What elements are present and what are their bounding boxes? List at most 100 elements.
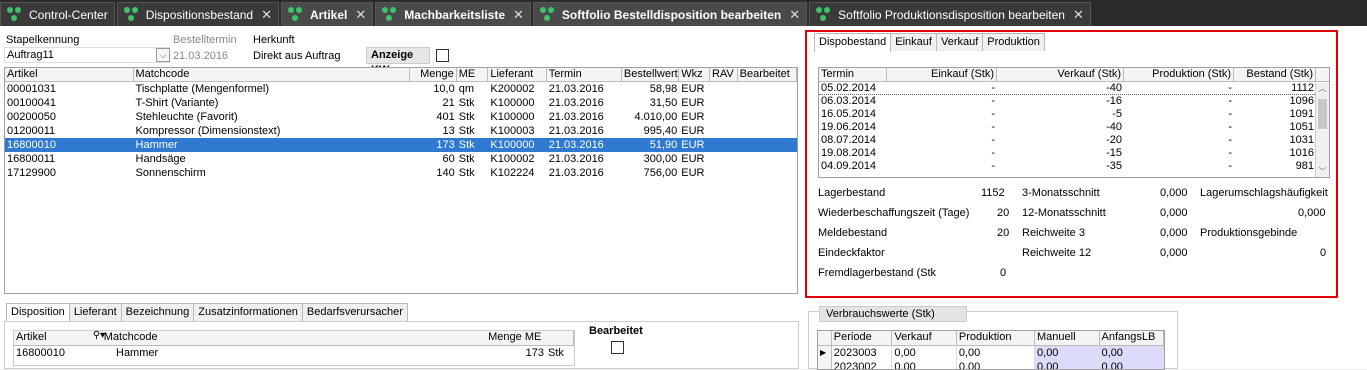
article-cell: Tischplatte (Mengenformel) xyxy=(135,83,269,95)
table-row[interactable]: ▶ 2023003 0,00 0,00 0,00 0,00 xyxy=(818,346,1164,360)
table-row[interactable]: 04.09.2014 - -35 - 981 xyxy=(819,160,1329,173)
table-row[interactable]: 08.07.2014 - -20 - 1031 xyxy=(819,134,1329,147)
bottom-tab-1[interactable]: Lieferant xyxy=(68,303,122,321)
dispo-tab-3[interactable]: Produktion xyxy=(982,33,1045,51)
article-cell xyxy=(738,124,797,138)
verbrauch-col-0[interactable]: Periode xyxy=(832,331,893,345)
table-row[interactable]: 06.03.2014 - -16 - 1096 xyxy=(819,95,1329,108)
meldebestand-label: Meldebestand xyxy=(818,227,888,239)
verbrauch-col-1[interactable]: Verkauf xyxy=(892,331,957,345)
table-row[interactable]: 16800011 Handsäge 60 Stk K100002 21.03.2016 30… xyxy=(5,152,797,166)
article-col-0[interactable]: Artikel xyxy=(5,68,134,81)
dispo-scrollbar[interactable]: ︿ ﹀ xyxy=(1315,83,1329,177)
dispo-tab-strip: Dispobestand Einkauf Verkauf Produktion xyxy=(814,33,1045,52)
table-row[interactable]: 16800010 Hammer 173 Stk K100000 21.03.2016 51,… xyxy=(5,138,797,152)
document-tab-bar: Control-Center Dispositionsbestand ✕ Artike… xyxy=(0,0,1367,26)
dispo-col-4[interactable]: Bestand (Stk) xyxy=(1234,68,1316,81)
search-icon[interactable]: ⚲▾ xyxy=(87,330,111,344)
document-tab-2[interactable]: Artikel ✕ xyxy=(281,2,374,26)
scroll-down-icon[interactable]: ﹀ xyxy=(1316,166,1329,177)
stapel-field[interactable]: Auftrag11 xyxy=(4,47,170,63)
herkunft-label: Herkunft xyxy=(253,34,295,46)
verbrauch-col-2[interactable]: Produktion xyxy=(957,331,1036,345)
article-cell: EUR xyxy=(681,83,705,95)
table-row[interactable]: 01200011 Kompressor (Dimensionstext) 13 Stk… xyxy=(5,124,797,138)
dispo-cell: - xyxy=(1228,134,1232,146)
close-icon[interactable]: ✕ xyxy=(355,7,366,23)
close-icon[interactable]: ✕ xyxy=(261,7,272,23)
dispo-tab-0[interactable]: Dispobestand xyxy=(814,33,892,52)
article-cell: 995,40 xyxy=(643,125,678,137)
verbrauch-col-3[interactable]: Manuell xyxy=(1035,331,1100,345)
dispo-cell: 04.09.2014 xyxy=(821,160,877,172)
dispo-col-0[interactable]: Termin xyxy=(819,68,887,81)
close-icon[interactable]: ✕ xyxy=(1073,7,1084,23)
dispo-cell: -5 xyxy=(1112,108,1122,120)
article-col-8[interactable]: RAV xyxy=(710,68,738,81)
article-col-3[interactable]: ME xyxy=(457,68,489,81)
article-cell: Stk xyxy=(458,139,475,151)
dispo-tab-2[interactable]: Verkauf xyxy=(935,33,984,51)
table-row[interactable]: 16.05.2014 - -5 - 1091 xyxy=(819,108,1329,121)
verbrauch-cell[interactable]: 0,00 xyxy=(1035,346,1100,360)
article-cell: Stehleuchte (Favorit) xyxy=(135,111,238,123)
article-cell: 21.03.2016 xyxy=(548,83,604,95)
bottom-tab-0[interactable]: Disposition xyxy=(6,303,70,322)
dispo-cell: 981 xyxy=(1295,160,1314,172)
table-row[interactable]: 05.02.2014 - -40 - 1112 xyxy=(819,82,1329,95)
stapel-value: Auftrag11 xyxy=(7,49,54,61)
table-row[interactable]: 00100041 T-Shirt (Variante) 21 Stk K100000 21… xyxy=(5,96,797,110)
bottom-tab-4[interactable]: Bedarfsverursacher xyxy=(301,303,408,321)
dispo-tab-1[interactable]: Einkauf xyxy=(890,33,937,51)
wbz-label: Wiederbeschaffungszeit (Tage) xyxy=(818,207,970,219)
dispo-cell: 1031 xyxy=(1289,134,1314,146)
bottom-tab-2[interactable]: Bezeichnung xyxy=(120,303,195,321)
document-tab-3[interactable]: Machbarkeitsliste ✕ xyxy=(375,2,531,26)
article-cell: 13 xyxy=(442,125,455,137)
verbrauch-cell: 0,00 xyxy=(1099,346,1164,360)
dispo-cell: -15 xyxy=(1106,147,1122,159)
dispo-col-2[interactable]: Verkauf (Stk) xyxy=(997,68,1124,81)
scroll-up-icon[interactable]: ︿ xyxy=(1316,83,1329,94)
close-icon[interactable]: ✕ xyxy=(789,7,800,23)
table-row[interactable]: 19.06.2014 - -40 - 1051 xyxy=(819,121,1329,134)
article-col-1[interactable]: Matchcode xyxy=(134,68,411,81)
dispo-cell: -40 xyxy=(1106,121,1122,133)
article-cell: 00200050 xyxy=(7,111,56,123)
dispo-col-1[interactable]: Einkauf (Stk) xyxy=(887,68,997,81)
document-tab-0[interactable]: Control-Center xyxy=(0,2,115,26)
article-cell: 300,00 xyxy=(643,153,678,165)
chevron-down-icon[interactable]: ⌵ xyxy=(156,48,170,62)
dispo-col-3[interactable]: Produktion (Stk) xyxy=(1124,68,1234,81)
article-col-6[interactable]: Bestellwert xyxy=(622,68,680,81)
bottom-tab-3[interactable]: Zusatzinformationen xyxy=(193,303,303,321)
col-matchcode: Matchcode xyxy=(103,331,158,343)
article-col-5[interactable]: Termin xyxy=(547,68,622,81)
article-col-7[interactable]: Wkz xyxy=(679,68,710,81)
tab-label: Softfolio Bestelldisposition bearbeiten xyxy=(561,7,782,22)
article-cell: 00100041 xyxy=(7,97,56,109)
table-row[interactable]: 17129900 Sonnenschirm 140 Stk K102224 21.03.2… xyxy=(5,166,797,180)
table-row[interactable]: 19.08.2014 - -15 - 1016 xyxy=(819,147,1329,160)
anzeige-kw-checkbox[interactable] xyxy=(436,49,449,62)
article-col-2[interactable]: Menge xyxy=(410,68,457,81)
table-row[interactable]: 00001031 Tischplatte (Mengenformel) 10,0 qm… xyxy=(5,82,797,96)
app-icon xyxy=(539,6,556,23)
dispo-cell: 1051 xyxy=(1289,121,1314,133)
article-col-4[interactable]: Lieferant xyxy=(488,68,547,81)
m3-label: 3-Monatsschnitt xyxy=(1022,187,1100,199)
article-col-9[interactable]: Bearbeitet xyxy=(738,68,797,81)
close-icon[interactable]: ✕ xyxy=(513,7,524,23)
bearbeitet-checkbox[interactable] xyxy=(611,341,624,354)
scroll-thumb[interactable] xyxy=(1318,99,1327,129)
document-tab-5[interactable]: Softfolio Produktionsdisposition bearbei… xyxy=(809,2,1091,26)
article-grid: Artikel Matchcode Menge ME Lieferant Termin Be… xyxy=(4,67,798,294)
lu-value: 0,000 xyxy=(1298,207,1326,219)
bottom-tab-strip: Disposition Lieferant Bezeichnung Zusatzinf… xyxy=(6,303,408,322)
verbrauch-col-4[interactable]: AnfangsLB xyxy=(1100,331,1164,345)
table-row[interactable]: 00200050 Stehleuchte (Favorit) 401 Stk K1000… xyxy=(5,110,797,124)
app-icon xyxy=(816,6,832,23)
document-tab-1[interactable]: Dispositionsbestand ✕ xyxy=(116,2,280,26)
article-cell xyxy=(710,96,738,110)
document-tab-4[interactable]: Softfolio Bestelldisposition bearbeiten ✕ xyxy=(532,2,808,26)
